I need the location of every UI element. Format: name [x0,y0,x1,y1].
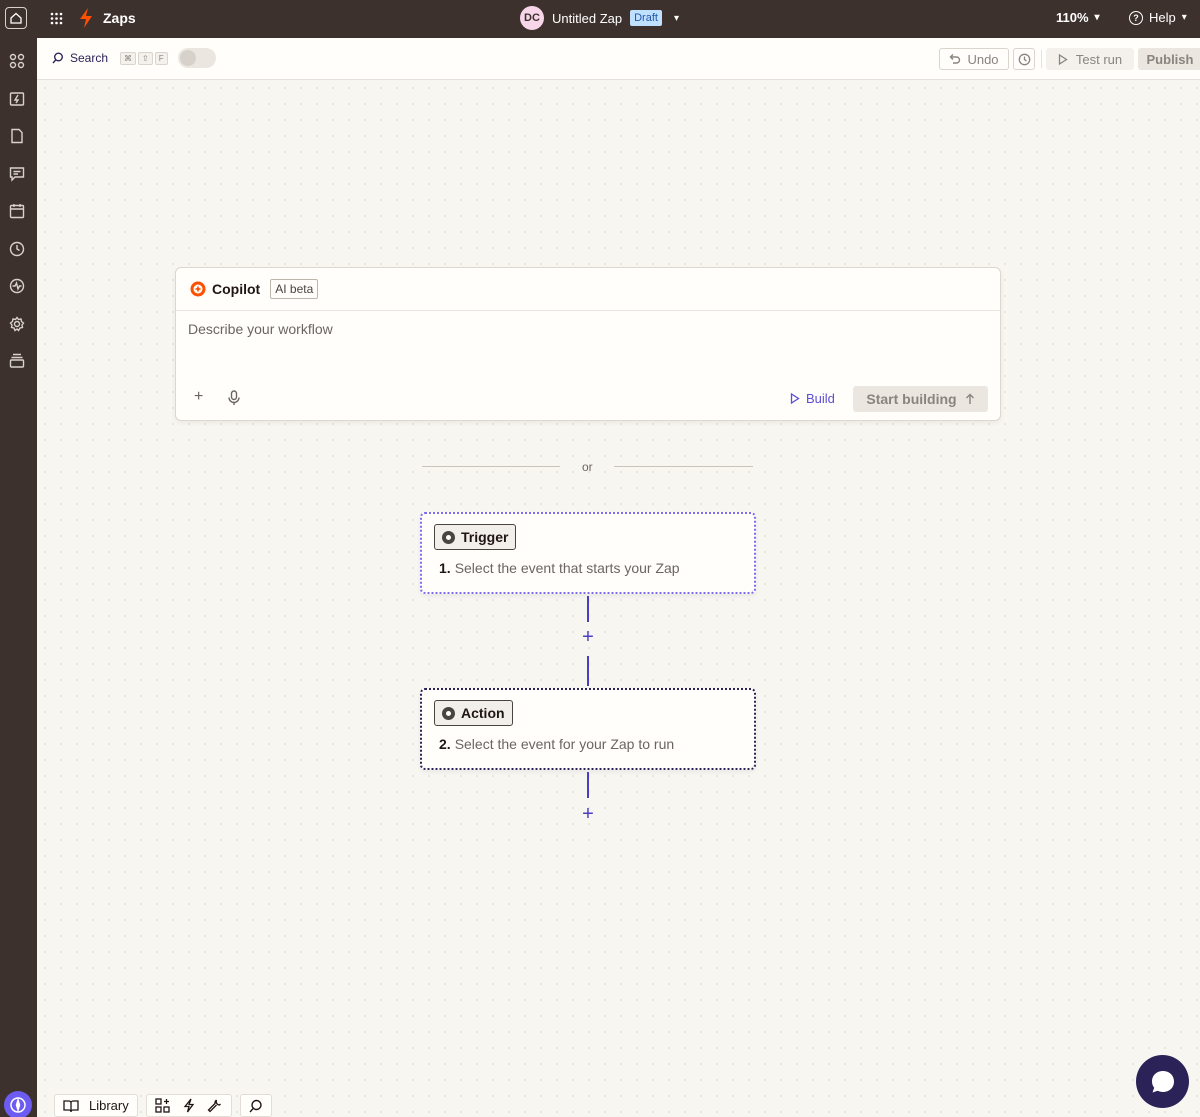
left-sidebar [0,37,37,1117]
shortcut-key: ⌘ [120,52,137,65]
apps-icon[interactable] [8,52,26,70]
calendar-icon[interactable] [8,202,26,220]
step-number: 1. [439,560,451,576]
connector-line [587,772,589,798]
add-step-button[interactable]: + [578,626,598,649]
zap-name[interactable]: Untitled Zap [552,11,622,26]
zap-canvas[interactable]: Copilot AI beta Describe your workflow +… [37,80,1200,1117]
canvas-search-button[interactable] [239,1094,272,1117]
add-attachment-button[interactable]: + [194,388,203,406]
divider-line [614,466,753,467]
app-grid-button[interactable] [47,9,65,27]
chevron-down-icon: ▾ [1094,12,1100,23]
or-divider-text: or [582,460,593,474]
shortcut-key: ⇧ [138,52,153,65]
copilot-launcher-button[interactable] [4,1091,32,1117]
trigger-step-card[interactable]: Trigger 1. Select the event that starts y… [420,512,756,594]
grid-icon [50,12,62,24]
trigger-chip[interactable]: Trigger [434,524,517,550]
copilot-logo-icon [190,281,206,297]
zoom-dropdown[interactable]: 110% ▾ [1056,10,1100,25]
avatar[interactable]: DC [520,6,544,30]
search-icon [249,1099,262,1112]
undo-label: Undo [967,51,999,67]
toggle-knob [180,50,196,66]
ai-beta-badge: AI beta [270,279,319,299]
chat-bubble-icon [1151,1070,1174,1092]
layers-icon[interactable] [8,352,26,370]
workflow-prompt-input[interactable]: Describe your workflow [188,321,333,337]
shortcut-key: F [154,52,168,65]
search-button[interactable]: Search ⌘ ⇧ F [52,50,168,65]
action-chip-label: Action [461,705,505,721]
home-icon [10,12,22,24]
step-number: 2. [439,736,451,752]
zoom-value: 110% [1056,10,1089,25]
search-label: Search [70,50,109,65]
wrench-icon[interactable] [207,1098,223,1114]
build-button[interactable]: Build [790,391,835,406]
trigger-description: 1. Select the event that starts your Zap [439,560,680,576]
chevron-down-icon[interactable]: ▾ [674,13,679,24]
interfaces-icon[interactable] [8,165,26,183]
play-icon [1058,53,1068,65]
step-icon [442,530,455,544]
action-step-card[interactable]: Action 2. Select the event for your Zap t… [420,688,756,770]
add-step-button[interactable]: + [578,803,598,826]
tables-icon[interactable] [8,127,26,145]
copilot-panel: Copilot AI beta Describe your workflow +… [175,267,1001,421]
bottom-toolbar: Library [54,1094,272,1117]
microphone-icon[interactable] [227,390,241,406]
action-chip[interactable]: Action [434,700,513,726]
chevron-down-icon: ▾ [1181,12,1187,23]
help-dropdown[interactable]: ? Help ▾ [1129,10,1187,25]
step-description-text: Select the event for your Zap to run [454,736,675,752]
connector-line [587,656,589,686]
help-icon: ? [1129,10,1143,25]
zaps-icon[interactable] [8,90,26,108]
activity-icon[interactable] [8,277,26,295]
trigger-chip-label: Trigger [461,529,509,545]
copilot-header: Copilot AI beta [176,268,1000,311]
action-description: 2. Select the event for your Zap to run [439,736,674,752]
clock-icon [1018,53,1030,65]
book-icon [63,1099,79,1112]
undo-button[interactable]: Undo [939,48,1009,70]
search-icon [52,52,63,63]
view-toggle[interactable] [178,48,216,68]
version-history-button[interactable] [1013,48,1035,70]
canvas-tools [145,1094,232,1117]
build-label: Build [806,391,835,406]
history-icon[interactable] [8,240,26,258]
arrow-up-icon [965,393,974,404]
support-chat-button[interactable] [1136,1055,1189,1108]
copilot-title: Copilot [212,281,261,297]
step-description-text: Select the event that starts your Zap [454,560,680,576]
divider-line [422,466,560,467]
compass-icon [10,1097,26,1113]
start-building-button[interactable]: Start building [853,386,988,412]
play-icon [790,393,800,404]
zap-title-group[interactable]: DC Untitled Zap Draft ▾ [520,6,679,30]
publish-button[interactable]: Publish [1138,48,1200,70]
status-badge: Draft [630,10,662,26]
library-button[interactable]: Library [54,1094,138,1117]
library-label: Library [89,1098,129,1113]
step-icon [442,706,455,720]
help-label: Help [1149,10,1176,25]
test-run-button[interactable]: Test run [1046,48,1134,70]
add-widget-icon[interactable] [155,1098,171,1114]
undo-icon [949,54,961,64]
connector-line [587,596,589,622]
start-building-label: Start building [866,391,957,407]
zapier-bolt-icon[interactable] [78,8,94,28]
divider [1041,50,1042,68]
app-title[interactable]: Zaps [103,10,136,26]
settings-icon[interactable] [8,315,26,333]
home-button[interactable] [5,7,27,29]
test-run-label: Test run [1075,51,1123,67]
top-bar: Zaps DC Untitled Zap Draft ▾ 110% ▾ ? He… [0,0,1200,37]
zap-bolt-icon[interactable] [181,1098,197,1114]
editor-toolbar: Search ⌘ ⇧ F Undo Test run Publish [37,38,1200,80]
